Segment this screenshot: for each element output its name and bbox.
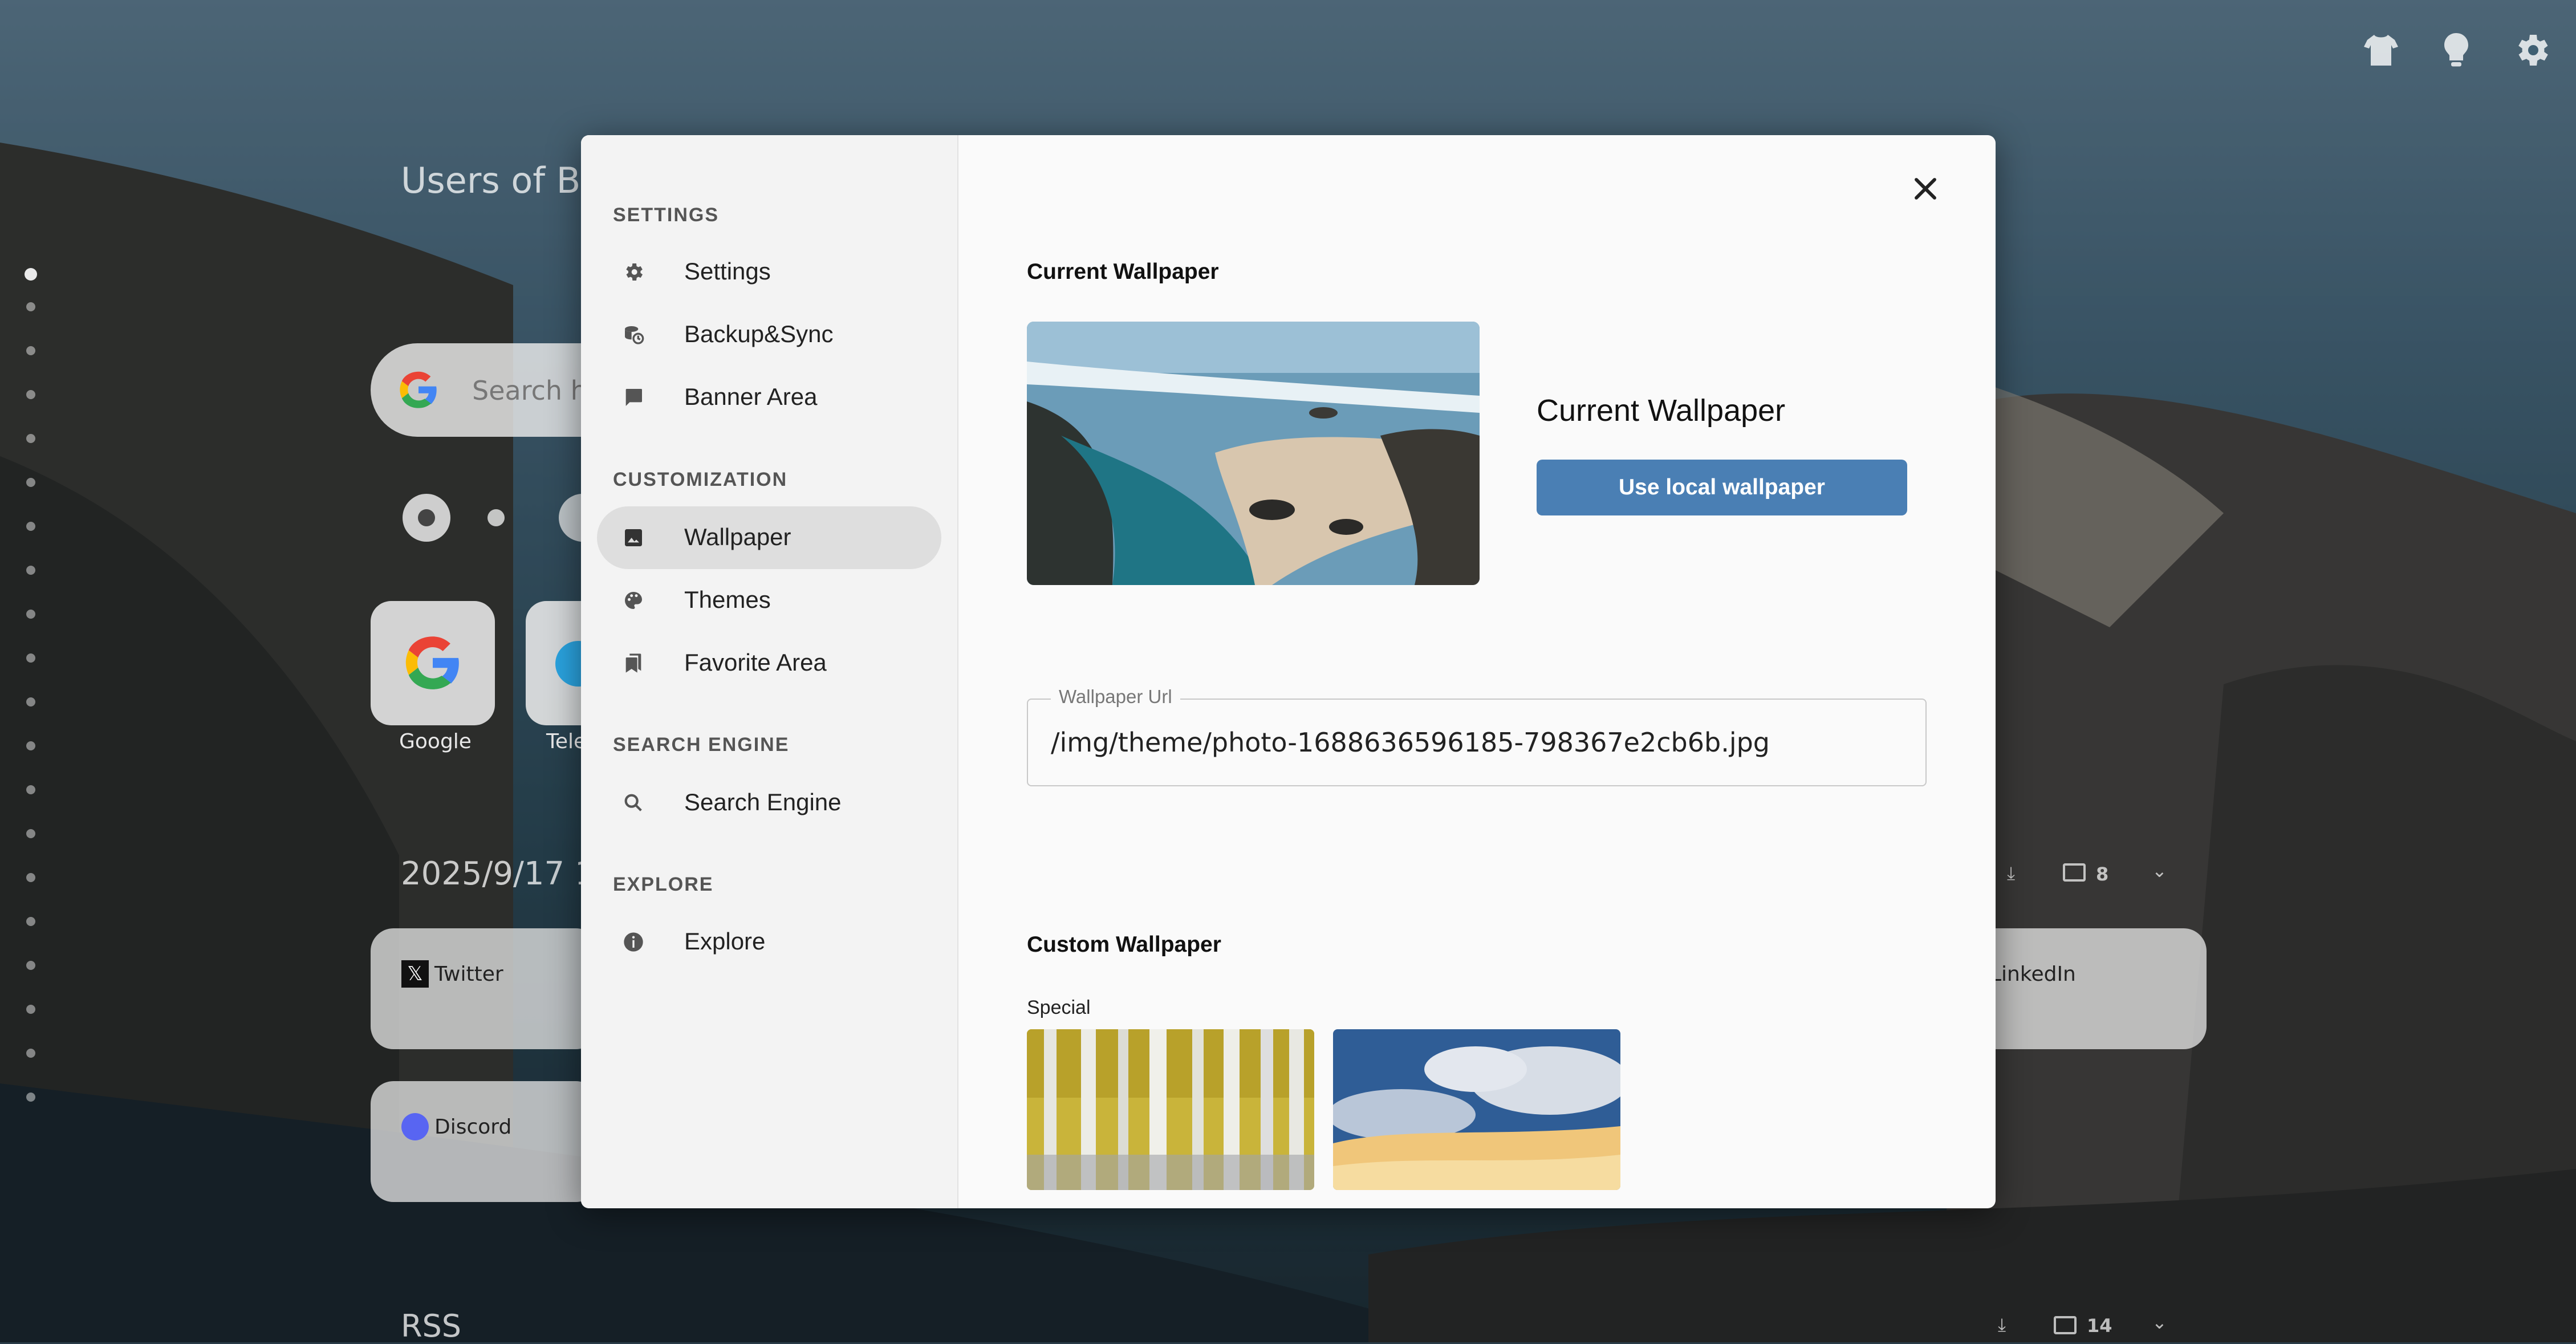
wallpaper-url-value: /img/theme/photo-1688636596185-798367e2c… (1051, 727, 1770, 758)
section-title-settings: SETTINGS (613, 204, 720, 226)
nav-dot[interactable] (26, 961, 35, 970)
sidebar-item-label: Favorite Area (684, 649, 827, 676)
nav-dot[interactable] (26, 566, 35, 575)
sidebar-item-backup-sync[interactable]: Backup&Sync (597, 303, 941, 366)
current-wallpaper-preview (1027, 322, 1480, 585)
app-tile-google[interactable] (371, 601, 495, 725)
section-title-customization: CUSTOMIZATION (613, 469, 788, 490)
section-title-explore: EXPLORE (613, 874, 714, 895)
nav-dot[interactable] (26, 390, 35, 399)
sidebar-item-label: Backup&Sync (684, 320, 834, 347)
nav-dot[interactable] (26, 1093, 35, 1102)
sidebar-item-banner-area[interactable]: Banner Area (597, 366, 941, 429)
google-logo-icon (397, 368, 440, 415)
use-local-wallpaper-button[interactable]: Use local wallpaper (1537, 460, 1907, 515)
section-title-search-engine: SEARCH ENGINE (613, 734, 790, 756)
download-icon[interactable]: ⤓ (2007, 862, 2015, 884)
nav-dot[interactable] (26, 653, 35, 663)
current-wallpaper-section-title: Current Wallpaper (1027, 259, 1219, 284)
nav-dot[interactable] (26, 478, 35, 487)
card-label: Twitter (434, 963, 503, 986)
nav-dot[interactable] (26, 522, 35, 531)
engine-selector-dot[interactable] (487, 509, 505, 526)
wallpaper-thumbnail-clouds[interactable] (1333, 1029, 1620, 1190)
sidebar-item-label: Search Engine (684, 789, 842, 815)
sidebar-item-settings[interactable]: Settings (597, 241, 941, 303)
link-card-twitter[interactable]: 𝕏 Twitter (371, 928, 599, 1049)
x-logo-icon: 𝕏 (401, 960, 429, 988)
sidebar-item-label: Explore (684, 928, 766, 955)
nav-dot[interactable] (26, 1005, 35, 1014)
sidebar-item-label: Themes (684, 586, 771, 613)
search-icon (624, 794, 642, 811)
backup-sync-icon (625, 326, 644, 344)
palette-icon (625, 592, 642, 609)
sidebar-item-label: Banner Area (684, 383, 818, 410)
chevron-down-icon[interactable]: ⌄ (2152, 860, 2167, 882)
group-count: 8 (2096, 863, 2109, 885)
shirt-icon[interactable] (2360, 30, 2402, 71)
group-count: 14 (2087, 1315, 2112, 1337)
settings-modal: SETTINGS Settings Backup&Sync Banner Are… (581, 135, 1996, 1208)
info-icon (624, 932, 643, 952)
settings-sidebar: SETTINGS Settings Backup&Sync Banner Are… (581, 135, 958, 1208)
app-tile-telegram[interactable] (526, 601, 601, 725)
card-label: Discord (434, 1115, 512, 1139)
nav-dot[interactable] (26, 1049, 35, 1058)
app-label: Tele (546, 730, 587, 753)
wallpaper-thumbnail-birch[interactable] (1027, 1029, 1314, 1190)
discord-logo-icon (401, 1113, 429, 1140)
sidebar-item-favorite-area[interactable]: Favorite Area (597, 632, 941, 695)
rss-heading: RSS (401, 1308, 462, 1344)
nav-dot[interactable] (26, 610, 35, 619)
nav-dot[interactable] (26, 302, 35, 311)
image-icon (625, 529, 642, 546)
sidebar-item-themes[interactable]: Themes (597, 569, 941, 632)
nav-dot[interactable] (26, 697, 35, 706)
chat-bubble-icon (625, 389, 642, 406)
nav-dot[interactable] (26, 917, 35, 926)
bookmarks-icon (625, 653, 641, 673)
google-logo-icon (405, 636, 459, 689)
chevron-down-icon[interactable]: ⌄ (2152, 1311, 2167, 1333)
sidebar-item-wallpaper[interactable]: Wallpaper (597, 506, 941, 569)
nav-dot[interactable] (26, 873, 35, 882)
nav-dot[interactable] (26, 829, 35, 838)
link-card-discord[interactable]: Discord (371, 1081, 599, 1202)
current-wallpaper-heading: Current Wallpaper (1537, 393, 1786, 428)
download-icon[interactable]: ⤓ (1998, 1314, 2006, 1336)
sidebar-item-explore[interactable]: Explore (597, 911, 941, 973)
lightbulb-icon[interactable] (2436, 30, 2477, 71)
custom-wallpaper-section-title: Custom Wallpaper (1027, 932, 1221, 957)
special-category-label: Special (1027, 997, 1091, 1018)
grid-icon[interactable] (2054, 1316, 2077, 1334)
sidebar-item-search-engine[interactable]: Search Engine (597, 772, 941, 834)
banner-title: Users of Bo (401, 160, 603, 201)
sidebar-item-label: Wallpaper (684, 523, 791, 550)
nav-dot[interactable] (26, 741, 35, 750)
grid-icon[interactable] (2063, 863, 2086, 882)
engine-selector-dot-inner (418, 509, 435, 526)
sidebar-item-label: Settings (684, 258, 771, 285)
nav-dot[interactable] (25, 268, 37, 281)
app-label: Google (399, 730, 472, 753)
gear-icon (626, 263, 643, 281)
card-label: LinkedIn (1990, 963, 2076, 986)
wallpaper-url-label: Wallpaper Url (1051, 686, 1180, 708)
gear-icon[interactable] (2511, 30, 2552, 71)
nav-dot[interactable] (26, 434, 35, 443)
nav-dot[interactable] (26, 785, 35, 794)
nav-dot[interactable] (26, 346, 35, 355)
close-icon[interactable] (1907, 170, 1944, 207)
